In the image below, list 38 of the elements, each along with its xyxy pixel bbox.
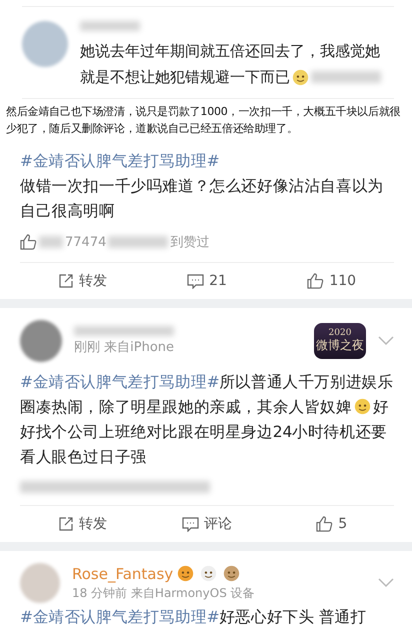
- comment-icon: [182, 516, 199, 532]
- event-badge: 2020 微博之夜: [314, 323, 366, 359]
- redaction-blur: [80, 20, 140, 31]
- redaction-blur: [39, 236, 63, 248]
- redaction-blur: [311, 71, 381, 83]
- share-icon: [58, 516, 74, 532]
- chevron-down-icon[interactable]: [378, 578, 394, 588]
- comment-button[interactable]: 评论: [144, 515, 270, 533]
- post-meta: 刚刚 来自iPhone: [74, 339, 176, 356]
- repost-button[interactable]: 转发: [20, 515, 145, 533]
- emoji-icon: [292, 68, 309, 86]
- avatar: [20, 563, 60, 603]
- thumbs-up-icon: [20, 234, 37, 250]
- repost-button[interactable]: 转发: [20, 272, 145, 290]
- comment-button[interactable]: 21: [144, 273, 270, 289]
- post-text: #金靖否认脾气差打骂助理#所以普通人千万别进娱乐圈凑热闹，除了明星跟她的亲戚，其余人皆奴婢 好好找个公司上班绝对比跟在明星身边24小时待机还要看人眼色过日子强: [20, 372, 394, 468]
- share-icon: [58, 273, 74, 289]
- post-text: #金靖否认脾气差打骂助理#好恶心好下头 普通打: [20, 607, 368, 628]
- post-text: #金靖否认脾气差打骂助理# 做错一次扣一千少吗难道？怎么还好像沾沾自喜以为自己很高明啊: [20, 151, 384, 222]
- comment-text: 就是不想让她犯错规避一下而已: [80, 67, 290, 88]
- avatar: [20, 320, 62, 362]
- liked-by-text: 到赞过: [170, 234, 210, 251]
- thumbs-up-icon: [307, 273, 324, 289]
- avatar: [22, 21, 68, 67]
- like-button[interactable]: 110: [269, 273, 394, 289]
- thumbs-up-icon: [316, 516, 334, 532]
- emoji-icon: [177, 565, 194, 582]
- caption-text: 然后金靖自己也下场澄清，说只是罚款了1000，一次扣一千，大概五千块以后就很少犯了，随后又删除评论，道歉说自己已经五倍还给助理了。: [5, 104, 402, 137]
- comment-text: 她说去年过年期间就五倍还回去了，我感觉她: [80, 42, 380, 60]
- emoji-icon: [223, 565, 240, 582]
- emoji-icon: [200, 565, 218, 582]
- comment-icon: [187, 273, 204, 289]
- redaction-blur: [108, 236, 168, 248]
- chevron-down-icon[interactable]: [378, 336, 394, 346]
- like-button[interactable]: 5: [269, 516, 394, 532]
- liked-by-text: 77474: [65, 234, 106, 250]
- post-meta: 18 分钟前 来自HarmonyOS 设备: [72, 584, 256, 602]
- emoji-icon: [354, 398, 371, 415]
